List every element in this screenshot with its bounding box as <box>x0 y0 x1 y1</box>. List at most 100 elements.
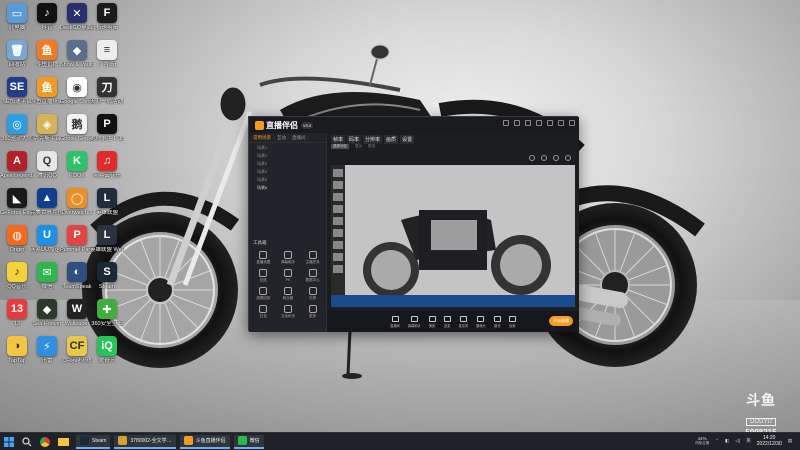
search-button[interactable] <box>18 433 36 450</box>
desktop-icon[interactable]: 🗑 回收站 <box>3 40 31 68</box>
control-button[interactable]: 设置 <box>508 315 516 328</box>
control-button[interactable]: 连麦 <box>443 315 451 328</box>
desktop-icon[interactable]: iQ 爱奇艺 <box>93 336 121 364</box>
desktop-icon[interactable]: ◈ 萨克斯平台 <box>33 114 61 142</box>
desktop-icon[interactable]: ◎ 360驱动大师 <box>1 114 33 142</box>
clock[interactable]: 14:20 2022/12/30 <box>757 435 782 447</box>
desktop-icon[interactable]: ◆ Show & Vaults <box>60 40 94 68</box>
tab-room[interactable]: 直播间 <box>292 135 306 140</box>
screenshot-icon[interactable] <box>541 155 547 161</box>
layout-icon[interactable] <box>553 155 559 161</box>
scene-item[interactable]: 场景3 <box>249 159 326 167</box>
desktop-icon[interactable]: L 英雄联盟 WeGame版 <box>90 225 124 253</box>
tool-item[interactable]: 更多 <box>300 305 325 319</box>
tool-item[interactable]: 直播设置 <box>251 251 276 265</box>
desktop-icon[interactable]: F 极速剪辑 <box>93 3 121 31</box>
message-icon[interactable] <box>514 120 520 126</box>
desktop-icon[interactable]: ≡ 广告.txt <box>93 40 121 68</box>
desktop-icon[interactable]: ♫ 网易云音乐 <box>93 151 121 179</box>
info-chip[interactable]: 画质 <box>384 135 399 144</box>
desktop-icon[interactable]: W Wallpaper <box>63 299 91 327</box>
desktop-icon[interactable]: Q 腾讯QQ <box>33 151 61 179</box>
close-icon[interactable] <box>569 120 575 126</box>
desktop-icon[interactable]: CF CF穿越火线 <box>62 336 92 364</box>
tool-item[interactable]: 礼物 <box>300 287 325 301</box>
scene-item[interactable]: 场景6 <box>249 183 326 191</box>
desktop-icon[interactable]: ▭ 此电脑 <box>3 3 31 31</box>
tool-item[interactable]: 互动玩法 <box>276 305 301 319</box>
desktop-icon[interactable]: ✚ 360安全卫士 <box>91 299 123 327</box>
tool-item[interactable]: 红包 <box>251 305 276 319</box>
taskbar-app[interactable]: Steam <box>76 434 111 449</box>
taskbar-app[interactable]: 斗鱼直播伴侣 <box>179 434 230 449</box>
tool-item[interactable]: 弹幕助手 <box>276 251 301 265</box>
desktop-icon[interactable]: ◐ TeamSpeak <box>62 262 92 290</box>
desktop-icon[interactable]: ◣ GeForce Experience <box>0 188 34 216</box>
desktop-icon[interactable]: 13 13 <box>3 299 31 327</box>
desktop-icon[interactable]: ◍ Origin <box>3 225 31 253</box>
stream-preview[interactable] <box>331 165 575 307</box>
desktop-icon[interactable]: ▲ 完美世界竞技平台 <box>30 188 64 216</box>
desktop-icon[interactable]: ◯ Overwatch 2 <box>62 188 92 216</box>
menu-icon[interactable] <box>536 120 542 126</box>
record-icon[interactable] <box>529 155 535 161</box>
desktop-icon[interactable]: ✉ 微信 <box>33 262 61 290</box>
douyu-live-companion-window[interactable]: 直播伴侣 V5.0 常用场景 互动 直播间 场景1 场景2 场景3 场景4 场景… <box>248 116 579 332</box>
maximize-icon[interactable] <box>558 120 564 126</box>
tool-item[interactable]: 粉丝团 <box>276 287 301 301</box>
taskbar-chrome[interactable] <box>36 433 54 450</box>
desktop-icon[interactable]: ◑ TapTap <box>3 336 31 364</box>
memory-indicator[interactable]: 44% 内存占用 <box>695 436 709 446</box>
taskbar-app[interactable]: 3780002-全文学… <box>114 434 176 449</box>
window-titlebar[interactable]: 直播伴侣 V5.0 <box>249 117 579 133</box>
desktop-icon[interactable]: K KOOK <box>63 151 91 179</box>
chevron-up-icon[interactable]: ⌃ <box>715 438 719 444</box>
tool-item[interactable]: 观看回放 <box>251 287 276 301</box>
desktop-icon[interactable]: P 绝地求生 PUBG <box>90 114 124 142</box>
control-button[interactable]: 摄像头 <box>476 315 486 328</box>
minimize-icon[interactable] <box>547 120 553 126</box>
info-chip[interactable]: 设置 <box>400 135 415 144</box>
network-icon[interactable]: ◧ <box>725 438 729 444</box>
tool-item[interactable]: 数据中心 <box>300 269 325 283</box>
notification-icon[interactable]: ▤ <box>788 438 792 444</box>
desktop-icon[interactable]: SE SE加速平台 <box>2 77 32 105</box>
desktop-icon[interactable]: ◉ Google Chrome <box>60 77 94 105</box>
info-chip[interactable]: 帧率 <box>331 135 346 144</box>
info-chip[interactable]: 分辨率 <box>363 135 383 144</box>
control-button[interactable]: 推流 <box>493 315 501 328</box>
desktop-icon[interactable]: ◆ Sea Hoover <box>32 299 62 327</box>
settings-icon[interactable] <box>525 120 531 126</box>
tab-scenes[interactable]: 常用场景 <box>253 135 271 140</box>
desktop-icon[interactable]: 鱼斗鱼直播伴侣 <box>30 77 64 105</box>
tool-item[interactable]: PK <box>276 269 301 283</box>
control-button[interactable]: 弹幕助手 <box>408 315 421 328</box>
desktop-icon[interactable]: U 网易UU加速器 <box>30 225 64 253</box>
desktop-icon[interactable]: ♪ QQ音乐 <box>3 262 31 290</box>
control-button[interactable]: 直播间 <box>390 315 400 328</box>
fullscreen-icon[interactable] <box>565 155 571 161</box>
desktop-icon[interactable]: L 英雄联盟 <box>93 188 121 216</box>
info-chip[interactable]: 码率 <box>347 135 362 144</box>
tab-interaction[interactable]: 互动 <box>277 135 286 140</box>
taskbar-explorer[interactable] <box>54 433 72 450</box>
category-select[interactable]: 选择分区 <box>331 144 349 149</box>
desktop-icon[interactable]: P Pummel Party <box>60 225 94 253</box>
scene-item[interactable]: 场景5 <box>249 175 326 183</box>
desktop-icon[interactable]: 鱼斗鱼直播 <box>33 40 61 68</box>
scene-item[interactable]: 场景1 <box>249 143 326 151</box>
desktop-icon[interactable]: ♪ 抖音 <box>33 3 61 31</box>
skin-icon[interactable] <box>503 120 509 126</box>
tool-item[interactable]: 主播任务 <box>300 251 325 265</box>
control-button[interactable]: 美颜 <box>428 315 436 328</box>
taskbar-app[interactable]: 微信 <box>233 434 264 449</box>
start-live-button[interactable]: 开始直播 <box>549 316 573 326</box>
desktop-icon[interactable]: S Steam <box>93 262 121 290</box>
control-button[interactable]: 麦克风 <box>459 315 468 328</box>
desktop-icon[interactable]: 刀天刀一局活动 Main <box>90 77 124 105</box>
desktop-icon[interactable]: A Apex Legends <box>0 151 34 179</box>
desktop-icon[interactable]: ✕ DeskGO桌面工具 <box>60 3 94 31</box>
start-button[interactable] <box>0 433 18 450</box>
desktop-icon[interactable]: ⚡ 迅雷 <box>33 336 61 364</box>
scene-item[interactable]: 场景2 <box>249 151 326 159</box>
